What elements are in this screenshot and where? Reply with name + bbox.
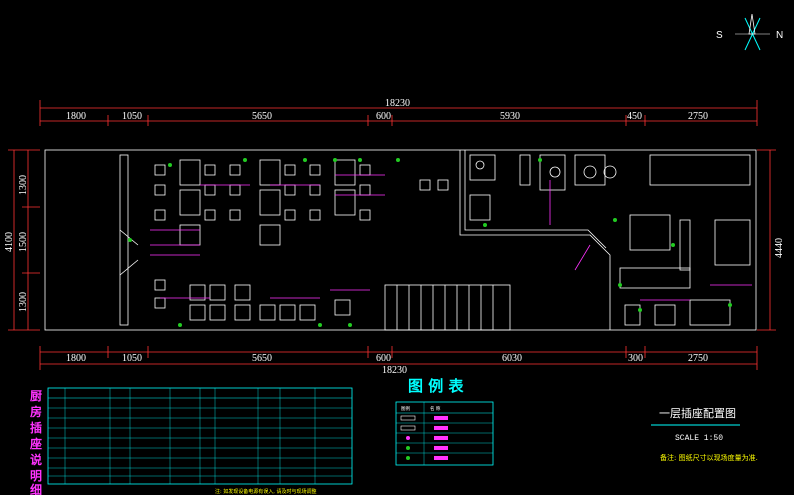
legend-symbol-3 bbox=[406, 436, 410, 440]
bottom-total-dimension: 18230 bbox=[382, 365, 407, 376]
side-title-char-5: 说 bbox=[30, 452, 42, 467]
bottom-dim-7: 2750 bbox=[688, 353, 708, 364]
compass-south-label: S bbox=[716, 30, 723, 41]
door-swing bbox=[119, 229, 139, 246]
building-outline bbox=[44, 149, 757, 331]
socket-table bbox=[47, 387, 353, 485]
side-title-char-6: 明 bbox=[30, 469, 42, 483]
legend-symbol-2 bbox=[400, 425, 416, 431]
compass-rose: S N bbox=[716, 13, 783, 51]
cad-drawing: S N 18230 1800 1050 5650 600 5930 450 27… bbox=[4, 13, 785, 495]
bottom-dim-6: 300 bbox=[628, 353, 643, 364]
legend-title: 图 例 表 bbox=[408, 377, 464, 395]
entrance-wall bbox=[119, 154, 129, 326]
legend-symbol-1 bbox=[400, 415, 416, 421]
compass-north-label: N bbox=[776, 30, 783, 41]
side-title-char-4: 座 bbox=[29, 436, 42, 451]
left-dim-1: 1300 bbox=[18, 175, 29, 195]
bottom-dim-2: 1050 bbox=[122, 353, 142, 364]
bottom-dim-5: 6030 bbox=[502, 353, 522, 364]
legend-symbol-5 bbox=[406, 456, 410, 460]
legend-col-name: 名 称 bbox=[430, 405, 441, 412]
floor-plan bbox=[44, 149, 757, 331]
legend-table bbox=[395, 401, 494, 466]
top-dim-3: 5650 bbox=[252, 111, 272, 122]
bottom-dimensions: 1800 1050 5650 600 6030 300 2750 18230 bbox=[39, 346, 758, 376]
top-total-dimension: 18230 bbox=[385, 98, 410, 109]
left-total-dimension: 4100 bbox=[4, 232, 15, 252]
right-dimensions: 4440 bbox=[757, 149, 785, 331]
bottom-dim-1: 1800 bbox=[66, 353, 86, 364]
top-dimensions: 18230 1800 1050 5650 600 5930 450 2750 bbox=[39, 98, 758, 126]
right-total-dimension: 4440 bbox=[774, 238, 785, 258]
legend-symbol-4 bbox=[406, 446, 410, 450]
left-dimensions: 4100 1300 1500 1300 bbox=[4, 149, 40, 331]
kitchen-partition bbox=[459, 150, 611, 330]
left-dim-2: 1500 bbox=[18, 232, 29, 252]
top-dim-6: 450 bbox=[627, 111, 642, 122]
bottom-dim-4: 600 bbox=[376, 353, 391, 364]
side-title: 厨 房 插 座 说 明 细 bbox=[29, 388, 42, 495]
top-dim-5: 5930 bbox=[500, 111, 520, 122]
side-title-char-7: 细 bbox=[30, 482, 42, 495]
drawing-title: 一层插座配置图 bbox=[659, 406, 736, 420]
top-dim-1: 1800 bbox=[66, 111, 86, 122]
title-block: 一层插座配置图 SCALE 1:50 备注: 图纸尺寸以现场度量为准. bbox=[651, 406, 758, 462]
top-dim-2: 1050 bbox=[122, 111, 142, 122]
side-title-char-1: 厨 bbox=[30, 388, 42, 403]
side-title-char-3: 插 bbox=[30, 420, 42, 435]
table-footnote: 注: 如发现设备电源有误入, 请及时与现场调整 bbox=[215, 488, 316, 495]
drawing-scale: SCALE 1:50 bbox=[675, 434, 723, 443]
stairs bbox=[384, 284, 511, 331]
bottom-dim-3: 5650 bbox=[252, 353, 272, 364]
top-dim-7: 2750 bbox=[688, 111, 708, 122]
drawing-note: 备注: 图纸尺寸以现场度量为准. bbox=[660, 453, 758, 462]
side-title-char-2: 房 bbox=[30, 404, 42, 419]
top-dim-4: 600 bbox=[376, 111, 391, 122]
dining-tables bbox=[154, 159, 449, 321]
legend-col-symbol: 图例 bbox=[401, 405, 410, 412]
left-dim-3: 1300 bbox=[18, 292, 29, 312]
